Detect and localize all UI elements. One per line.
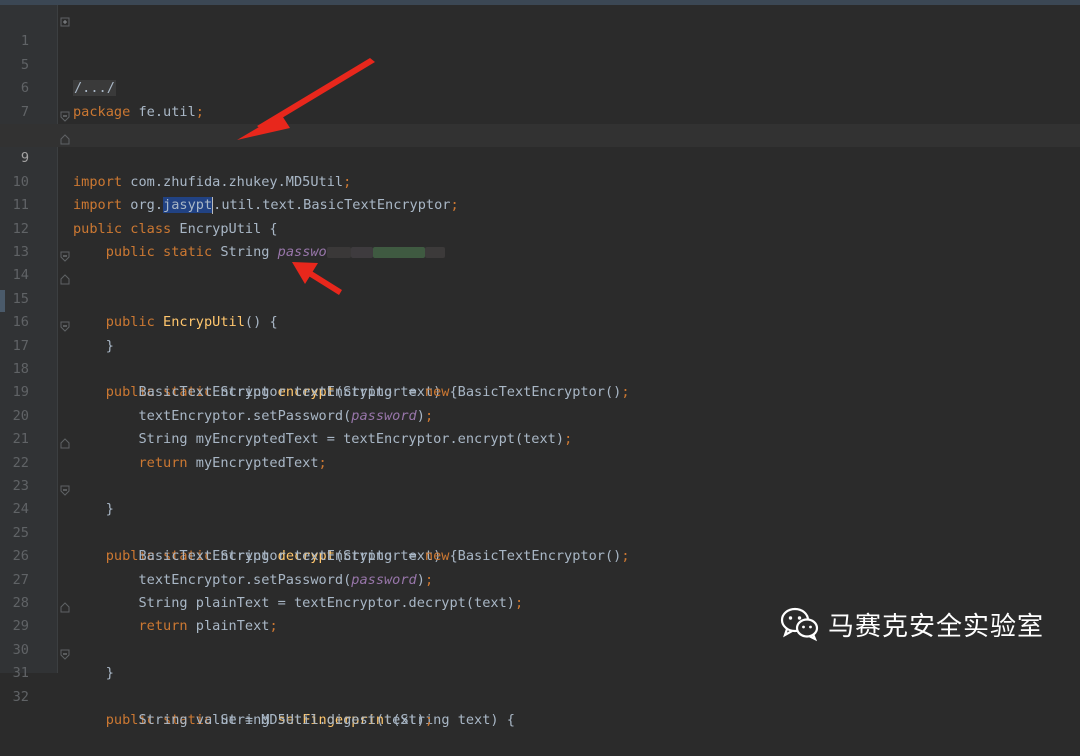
wechat-icon — [780, 607, 819, 642]
watermark: 马赛克安全实验室 — [780, 604, 1044, 644]
watermark-text: 马赛克安全实验室 — [828, 611, 1045, 642]
annotation-arrows — [237, 58, 375, 295]
red-arrow-constructor — [292, 262, 342, 295]
code-text: String value = MD5Util.digest(text); — [73, 712, 434, 728]
red-arrow-import — [237, 58, 375, 140]
line-number: 32 — [12, 688, 29, 705]
